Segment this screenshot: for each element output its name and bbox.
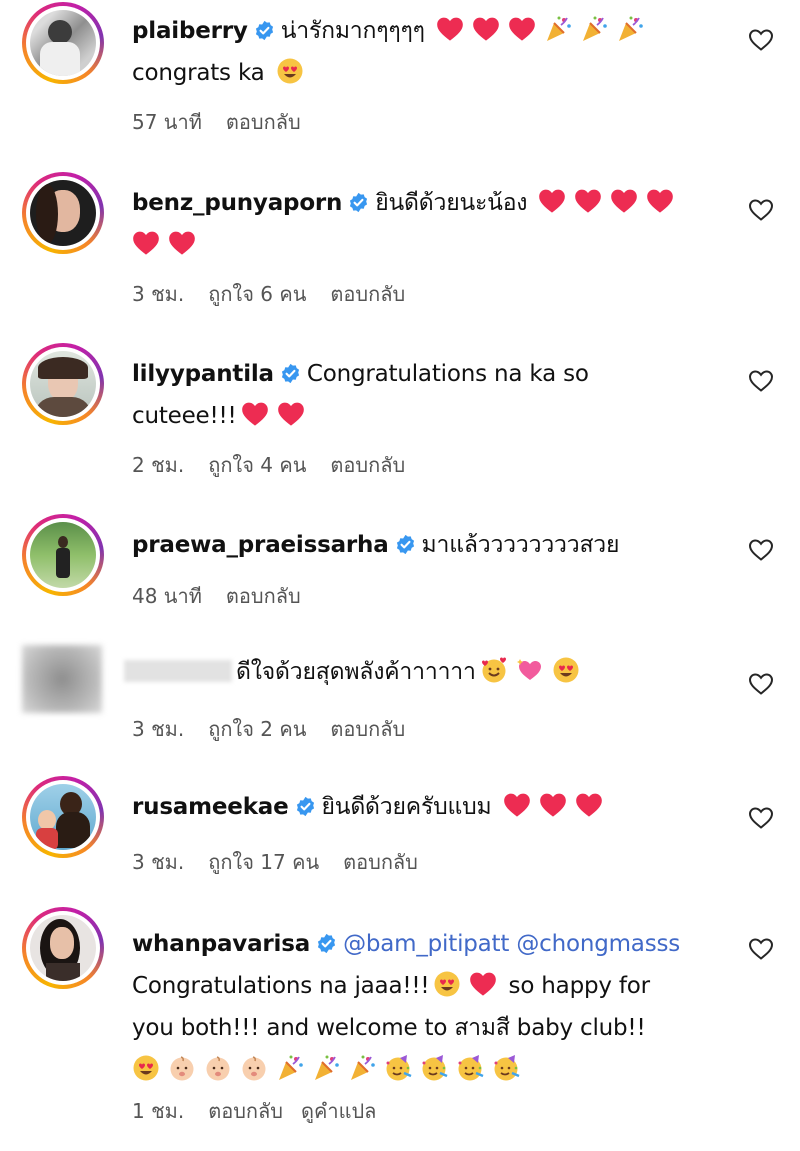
verified-badge-icon xyxy=(317,933,336,954)
avatar[interactable] xyxy=(22,776,104,858)
partying-face-icon xyxy=(384,1054,412,1082)
comment-time: 1 ชม. xyxy=(132,1099,185,1123)
reply-button[interactable]: ตอบกลับ xyxy=(226,584,301,608)
party-popper-icon xyxy=(580,15,608,43)
partying-face-icon xyxy=(420,1054,448,1082)
like-heart-icon[interactable] xyxy=(748,369,774,393)
baby-emoji-icon xyxy=(240,1054,268,1082)
comment-time: 3 ชม. xyxy=(132,717,185,741)
reply-button[interactable]: ตอบกลับ xyxy=(343,850,418,874)
comment-text-line2: cuteee!!! xyxy=(132,403,237,429)
heart-emoji-icon xyxy=(508,15,536,43)
username-blurred[interactable] xyxy=(124,660,232,682)
like-heart-icon[interactable] xyxy=(748,937,774,961)
avatar-blurred[interactable] xyxy=(22,645,102,713)
comment-text: ดีใจด้วยสุดพลังค้าาาาาา xyxy=(236,659,476,685)
partying-face-icon xyxy=(456,1054,484,1082)
comment-text: Congratulations na ka so xyxy=(306,361,589,387)
verified-badge-icon xyxy=(281,363,299,384)
avatar[interactable] xyxy=(22,2,104,84)
party-popper-icon xyxy=(616,15,644,43)
reply-button[interactable]: ตอบกลับ xyxy=(330,717,405,741)
avatar[interactable] xyxy=(22,172,104,254)
comment-time: 3 ชม. xyxy=(132,282,185,306)
likes-count[interactable]: ถูกใจ 6 คน xyxy=(208,282,306,306)
reply-button[interactable]: ตอบกลับ xyxy=(330,453,405,477)
username[interactable]: rusameekae xyxy=(132,794,289,820)
comment-text-line2: so happy for xyxy=(508,973,651,999)
avatar[interactable] xyxy=(22,514,104,596)
heart-emoji-icon xyxy=(575,791,603,819)
reply-button[interactable]: ตอบกลับ xyxy=(208,1099,283,1123)
see-translation-button[interactable]: ดูคำแปล xyxy=(301,1099,376,1123)
heart-emoji-icon xyxy=(472,15,500,43)
comment-time: 3 ชม. xyxy=(132,850,185,874)
username[interactable]: whanpavarisa xyxy=(132,931,310,957)
party-popper-icon xyxy=(312,1054,340,1082)
heart-emoji-icon xyxy=(538,187,566,215)
sparkling-heart-icon xyxy=(516,656,544,684)
reply-button[interactable]: ตอบกลับ xyxy=(226,110,301,134)
username[interactable]: praewa_praeissarha xyxy=(132,532,389,558)
party-popper-icon xyxy=(276,1054,304,1082)
comment-text: มาแล้ววววววววสวย xyxy=(421,532,620,558)
comment-text: ยินดีด้วยครับแบม xyxy=(321,794,492,820)
partying-face-icon xyxy=(492,1054,520,1082)
reply-button[interactable]: ตอบกลับ xyxy=(330,282,405,306)
comment-text: น่ารักมากๆๆๆๆ xyxy=(280,18,425,44)
heart-emoji-icon xyxy=(646,187,674,215)
smiling-face-hearts-icon xyxy=(480,656,508,684)
likes-count[interactable]: ถูกใจ 17 คน xyxy=(208,850,319,874)
comment-time: 2 ชม. xyxy=(132,453,185,477)
verified-badge-icon xyxy=(296,796,314,817)
mention-link[interactable]: @chongmasss xyxy=(516,931,680,957)
like-heart-icon[interactable] xyxy=(748,538,774,562)
comment-text-line2: congrats ka xyxy=(132,60,265,86)
verified-badge-icon xyxy=(396,534,414,555)
baby-emoji-icon xyxy=(168,1054,196,1082)
verified-badge-icon xyxy=(255,20,273,41)
like-heart-icon[interactable] xyxy=(748,806,774,830)
mention-link[interactable]: @bam_pitipatt xyxy=(343,931,509,957)
comment-time: 48 นาที xyxy=(132,584,202,608)
heart-eyes-emoji-icon xyxy=(552,656,580,684)
comment-text: Congratulations na jaaa!!! xyxy=(132,973,430,999)
username[interactable]: benz_punyaporn xyxy=(132,190,342,216)
baby-emoji-icon xyxy=(204,1054,232,1082)
heart-emoji-icon xyxy=(503,791,531,819)
heart-emoji-icon xyxy=(241,400,269,428)
party-popper-icon xyxy=(348,1054,376,1082)
avatar[interactable] xyxy=(22,907,104,989)
username[interactable]: plaiberry xyxy=(132,18,248,44)
heart-emoji-icon xyxy=(574,187,602,215)
like-heart-icon[interactable] xyxy=(748,672,774,696)
heart-emoji-icon xyxy=(436,15,464,43)
comment-text: ยินดีด้วยนะน้อง xyxy=(375,190,528,216)
heart-emoji-icon xyxy=(168,229,196,257)
heart-emoji-icon xyxy=(539,791,567,819)
avatar[interactable] xyxy=(22,343,104,425)
heart-emoji-icon xyxy=(277,400,305,428)
heart-eyes-emoji-icon xyxy=(433,970,461,998)
heart-emoji-icon xyxy=(610,187,638,215)
comment-time: 57 นาที xyxy=(132,110,202,134)
party-popper-icon xyxy=(544,15,572,43)
heart-eyes-emoji-icon xyxy=(132,1054,160,1082)
heart-emoji-icon xyxy=(469,970,497,998)
like-heart-icon[interactable] xyxy=(748,198,774,222)
likes-count[interactable]: ถูกใจ 4 คน xyxy=(208,453,306,477)
comment-text-line3: you both!!! and welcome to สามสี baby cl… xyxy=(132,1015,646,1041)
heart-emoji-icon xyxy=(132,229,160,257)
username[interactable]: lilyypantila xyxy=(132,361,274,387)
verified-badge-icon xyxy=(350,192,368,213)
likes-count[interactable]: ถูกใจ 2 คน xyxy=(208,717,306,741)
like-heart-icon[interactable] xyxy=(748,28,774,52)
heart-eyes-emoji-icon xyxy=(276,57,304,85)
